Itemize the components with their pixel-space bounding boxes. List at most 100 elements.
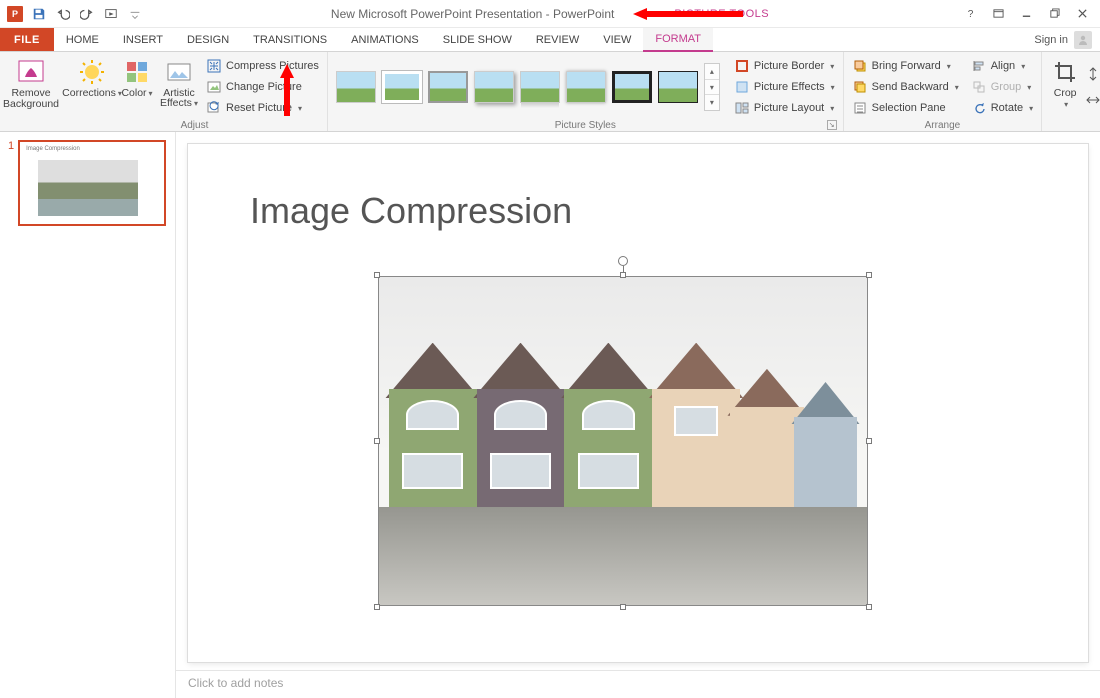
gallery-expand-button[interactable]: ▴▾▾	[704, 63, 720, 111]
width-icon	[1086, 93, 1100, 110]
style-thumb-metal[interactable]	[428, 71, 468, 103]
compress-pictures-icon	[206, 58, 222, 74]
picture-styles-dialog-launcher[interactable]: ↘	[827, 120, 837, 130]
tab-transitions[interactable]: TRANSITIONS	[241, 28, 339, 51]
style-thumb-soft[interactable]	[566, 71, 606, 103]
tab-insert[interactable]: INSERT	[111, 28, 175, 51]
minimize-button[interactable]	[1014, 4, 1038, 24]
compress-pictures-button[interactable]: Compress Pictures	[204, 56, 321, 76]
corrections-icon	[77, 58, 107, 86]
align-button[interactable]: Align▾	[969, 56, 1035, 76]
tab-design[interactable]: DESIGN	[175, 28, 241, 51]
restore-button[interactable]	[1042, 4, 1066, 24]
resize-handle-br[interactable]	[866, 604, 872, 610]
resize-handle-tr[interactable]	[866, 272, 872, 278]
slide-number: 1	[8, 140, 14, 226]
rotate-handle[interactable]	[618, 256, 628, 266]
ribbon-display-options-button[interactable]	[986, 4, 1010, 24]
picture-layout-button[interactable]: Picture Layout▾	[732, 98, 837, 118]
corrections-button[interactable]: Corrections▾	[68, 56, 116, 118]
picture-styles-gallery[interactable]: ▴▾▾	[334, 61, 722, 113]
resize-handle-bl[interactable]	[374, 604, 380, 610]
style-thumb-thin-dark[interactable]	[658, 71, 698, 103]
group-label-adjust: Adjust	[68, 118, 321, 131]
height-icon	[1086, 67, 1100, 84]
style-thumb-simple[interactable]	[336, 71, 376, 103]
remove-background-icon	[16, 58, 46, 86]
height-control[interactable]: Height: 4.76" ▴▾	[1086, 64, 1100, 86]
style-thumb-reflect[interactable]	[520, 71, 560, 103]
sign-in-link[interactable]: Sign in	[1034, 28, 1100, 51]
style-thumb-dark-frame[interactable]	[612, 71, 652, 103]
style-thumb-framed[interactable]	[382, 71, 422, 103]
sign-in-label: Sign in	[1034, 34, 1068, 46]
align-icon	[971, 58, 987, 74]
help-button[interactable]: ?	[958, 4, 982, 24]
group-label-picture-styles: Picture Styles ↘	[334, 118, 837, 131]
qat-customize-button[interactable]	[124, 3, 146, 25]
window-title: New Microsoft PowerPoint Presentation - …	[331, 7, 614, 21]
send-backward-button[interactable]: Send Backward▾	[850, 77, 961, 97]
crop-icon	[1050, 58, 1080, 86]
start-from-beginning-button[interactable]	[100, 3, 122, 25]
app-icon: P	[4, 3, 26, 25]
ribbon-tabs: FILE HOME INSERT DESIGN TRANSITIONS ANIM…	[0, 28, 1100, 52]
slide-thumbnail-1[interactable]: Image Compression	[18, 140, 166, 226]
save-button[interactable]	[28, 3, 50, 25]
tab-animations[interactable]: ANIMATIONS	[339, 28, 431, 51]
slide-thumbnail-pane[interactable]: 1 Image Compression	[0, 132, 176, 698]
bring-forward-button[interactable]: Bring Forward▾	[850, 56, 961, 76]
resize-handle-bm[interactable]	[620, 604, 626, 610]
artistic-effects-button[interactable]: Artistic Effects▾	[158, 56, 200, 118]
style-thumb-shadow[interactable]	[474, 71, 514, 103]
redo-button[interactable]	[76, 3, 98, 25]
picture-border-button[interactable]: Picture Border▾	[732, 56, 837, 76]
picture-border-icon	[734, 58, 750, 74]
undo-button[interactable]	[52, 3, 74, 25]
selected-picture[interactable]	[378, 276, 868, 606]
reset-picture-icon	[206, 100, 222, 116]
group-button[interactable]: Group▾	[969, 77, 1035, 97]
tab-slideshow[interactable]: SLIDE SHOW	[431, 28, 524, 51]
notes-pane[interactable]: Click to add notes	[176, 670, 1100, 698]
tab-review[interactable]: REVIEW	[524, 28, 591, 51]
reset-picture-button[interactable]: Reset Picture▾	[204, 98, 321, 118]
tab-format[interactable]: FORMAT	[643, 28, 713, 52]
notes-placeholder: Click to add notes	[188, 676, 283, 690]
rotate-icon	[971, 100, 987, 116]
contextual-tab-group-label: PICTURE TOOLS	[674, 8, 769, 20]
picture-layout-icon	[734, 100, 750, 116]
resize-handle-tm[interactable]	[620, 272, 626, 278]
resize-handle-mr[interactable]	[866, 438, 872, 444]
artistic-effects-icon	[164, 58, 194, 86]
width-control[interactable]: Width: 7.14" ▴▾	[1086, 90, 1100, 112]
change-picture-icon	[206, 79, 222, 95]
rotate-button[interactable]: Rotate▾	[969, 98, 1035, 118]
tab-file[interactable]: FILE	[0, 28, 54, 51]
selection-pane-button[interactable]: Selection Pane	[850, 98, 961, 118]
thumb-image	[38, 160, 138, 216]
title-bar: P New Microsoft PowerPoint Presentation …	[0, 0, 1100, 28]
selection-pane-icon	[852, 100, 868, 116]
change-picture-button[interactable]: Change Picture	[204, 77, 321, 97]
close-button[interactable]	[1070, 4, 1094, 24]
avatar-icon	[1074, 31, 1092, 49]
send-backward-icon	[852, 79, 868, 95]
tab-home[interactable]: HOME	[54, 28, 111, 51]
ribbon: Remove Background Corrections▾ Color▾ Ar…	[0, 52, 1100, 132]
resize-handle-ml[interactable]	[374, 438, 380, 444]
group-label-size: Size ↘	[1048, 116, 1100, 129]
tab-view[interactable]: VIEW	[591, 28, 643, 51]
color-icon	[122, 58, 152, 86]
bring-forward-icon	[852, 58, 868, 74]
crop-button[interactable]: Crop▾	[1048, 56, 1082, 116]
resize-handle-tl[interactable]	[374, 272, 380, 278]
slide-canvas-area[interactable]: Image Compression	[176, 132, 1100, 670]
slide[interactable]: Image Compression	[188, 144, 1088, 662]
remove-background-button[interactable]: Remove Background	[6, 56, 56, 116]
picture-effects-button[interactable]: Picture Effects▾	[732, 77, 837, 97]
group-icon	[971, 79, 987, 95]
color-button[interactable]: Color▾	[120, 56, 154, 118]
slide-title-text[interactable]: Image Compression	[250, 190, 572, 232]
svg-text:?: ?	[967, 9, 973, 19]
